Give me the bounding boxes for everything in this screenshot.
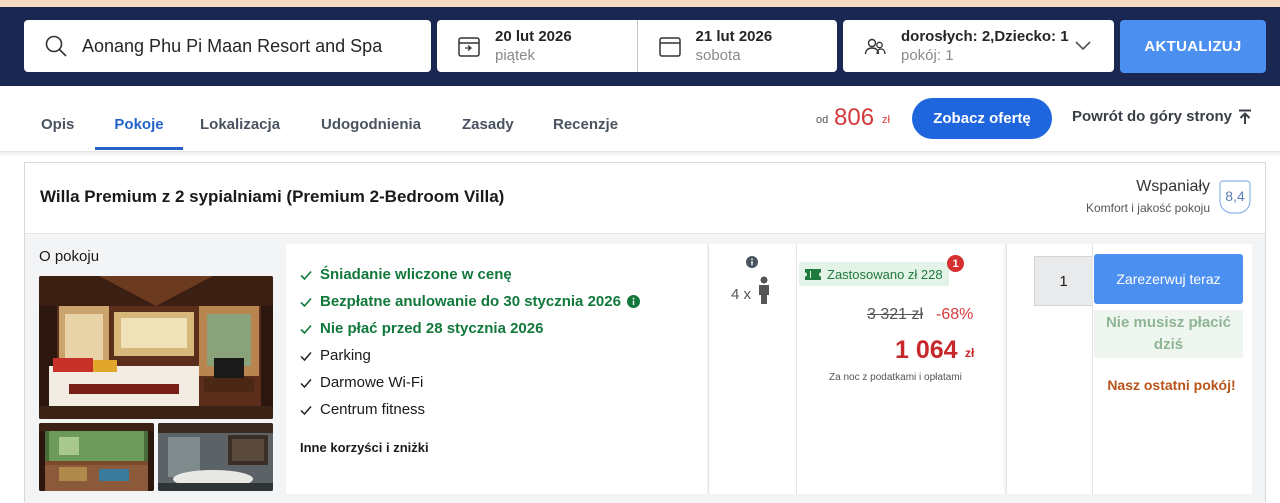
tab-recenzje[interactable]: Recenzje <box>553 116 618 150</box>
checkin-day-text: piątek <box>495 47 536 64</box>
room-card: Willa Premium z 2 sypialniami (Premium 2… <box>24 162 1266 503</box>
check-icon <box>300 297 312 307</box>
benefit-text: Śniadanie wliczone w cenę <box>320 266 512 283</box>
people-icon <box>864 38 886 55</box>
benefit-parking: Parking <box>300 347 371 364</box>
room-photo-main[interactable] <box>39 276 273 419</box>
dates-field: 20 lut 2026 piątek 21 lut 2026 sobota <box>437 20 837 72</box>
occupancy-count: 4 x <box>731 286 752 303</box>
rating-subtitle: Komfort i jakość pokoju <box>1085 201 1210 215</box>
see-offer-button[interactable]: Zobacz ofertę <box>912 98 1052 139</box>
calendar-checkout-icon <box>658 37 681 57</box>
guests-text: dorosłych: 2,Dziecko: 1 <box>901 28 1069 45</box>
benefit-pay-later: Nie płać przed 28 stycznia 2026 <box>300 320 543 337</box>
about-room-label: O pokoju <box>39 248 100 265</box>
current-price: 1 064 <box>895 336 958 364</box>
occupancy-column: 4 x <box>708 244 796 494</box>
benefit-text: Darmowe Wi-Fi <box>320 374 424 391</box>
tab-pokoje[interactable]: Pokoje <box>95 116 183 150</box>
rating-word: Wspaniały <box>1136 178 1210 195</box>
checkout-date-text: 21 lut 2026 <box>695 28 773 45</box>
coupon-applied[interactable]: Zastosowano zł 228 <box>799 262 949 286</box>
check-icon <box>300 405 312 415</box>
book-now-button[interactable]: Zarezerwuj teraz <box>1094 254 1243 304</box>
rooms-text: pokój: 1 <box>901 47 954 64</box>
check-icon <box>300 351 312 361</box>
checkout-date[interactable]: 21 lut 2026 sobota <box>636 20 838 72</box>
last-room-notice: Nasz ostatni pokój! <box>1107 377 1236 393</box>
per-night-note: Za noc z podatkami i opłatami <box>829 372 962 383</box>
quantity-column: 1 <box>1006 244 1093 494</box>
bedroom-photo <box>39 276 273 419</box>
section-tabs: Opis Pokoje Lokalizacja Udogodnienia Zas… <box>0 86 1280 152</box>
no-pay-today: Nie musisz płacić dziś <box>1094 310 1243 358</box>
destination-text: Aonang Phu Pi Maan Resort and Spa <box>82 35 383 56</box>
search-icon <box>45 35 67 57</box>
more-benefits-link[interactable]: Inne korzyści i zniżki <box>300 440 429 455</box>
check-icon <box>300 270 312 280</box>
back-to-top-label: Powrót do góry strony <box>1072 108 1233 125</box>
person-icon <box>759 276 769 304</box>
balcony-photo <box>39 423 154 491</box>
tab-udogodnienia[interactable]: Udogodnienia <box>321 116 421 150</box>
checkout-day-text: sobota <box>695 47 741 64</box>
price-column: Zastosowano zł 228 1 3 321 zł -68% 1 064… <box>796 244 1004 494</box>
rating-score: 8,4 <box>1225 188 1245 204</box>
benefit-text: Nie płać przed 28 stycznia 2026 <box>320 320 544 337</box>
benefit-text: Centrum fitness <box>320 401 426 418</box>
destination-field[interactable]: Aonang Phu Pi Maan Resort and Spa <box>24 20 431 72</box>
current-price-currency: zł <box>965 346 975 360</box>
header-price-value: 806 <box>834 104 875 131</box>
tab-opis[interactable]: Opis <box>41 116 74 150</box>
discount-percent: -68% <box>936 306 974 323</box>
booking-column: Zarezerwuj teraz Nie musisz płacić dziś … <box>1092 244 1252 494</box>
room-details: O pokoju Śniadanie wliczone w cenę Bezpł… <box>25 233 1265 503</box>
guests-field[interactable]: dorosłych: 2,Dziecko: 1 pokój: 1 <box>843 20 1114 72</box>
ticket-icon <box>805 268 821 280</box>
info-icon[interactable] <box>746 256 758 268</box>
tab-zasady[interactable]: Zasady <box>462 116 514 150</box>
checkin-date-text: 20 lut 2026 <box>495 28 572 45</box>
top-accent-strip <box>0 0 1280 7</box>
search-bar: Aonang Phu Pi Maan Resort and Spa 20 lut… <box>0 7 1280 86</box>
benefit-text: Parking <box>320 347 371 364</box>
coupon-badge: 1 <box>947 255 964 272</box>
benefit-breakfast: Śniadanie wliczone w cenę <box>300 266 512 283</box>
info-icon[interactable] <box>626 295 640 308</box>
room-quantity-select[interactable]: 1 <box>1034 256 1093 306</box>
check-icon <box>300 324 312 334</box>
header-price-currency: zł <box>882 114 890 126</box>
benefit-text: Bezpłatne anulowanie do 30 stycznia 2026 <box>320 293 621 310</box>
back-to-top-link[interactable]: Powrót do góry strony <box>1072 108 1252 125</box>
benefit-wifi: Darmowe Wi-Fi <box>300 374 423 391</box>
arrow-up-icon <box>1239 109 1252 124</box>
chevron-down-icon <box>1075 41 1091 51</box>
benefits-panel: Śniadanie wliczone w cenę Bezpłatne anul… <box>286 244 707 494</box>
price-from-label: od <box>816 114 829 126</box>
no-pay-today-text: Nie musisz płacić dziś <box>1105 314 1232 353</box>
benefit-free-cancel: Bezpłatne anulowanie do 30 stycznia 2026 <box>300 293 640 310</box>
check-icon <box>300 378 312 388</box>
calendar-checkin-icon <box>458 37 480 57</box>
checkin-date[interactable]: 20 lut 2026 piątek <box>437 20 637 72</box>
bathroom-photo <box>158 423 273 491</box>
room-title: Willa Premium z 2 sypialniami (Premium 2… <box>40 187 505 206</box>
tab-lokalizacja[interactable]: Lokalizacja <box>200 116 280 150</box>
update-button[interactable]: AKTUALIZUJ <box>1120 20 1266 73</box>
room-photo-balcony[interactable] <box>39 423 154 491</box>
benefit-fitness: Centrum fitness <box>300 401 425 418</box>
room-photo-bathroom[interactable] <box>158 423 273 491</box>
coupon-text: Zastosowano zł 228 <box>827 266 943 282</box>
rating-badge: 8,4 <box>1219 180 1251 214</box>
old-price: 3 321 zł <box>867 306 924 323</box>
